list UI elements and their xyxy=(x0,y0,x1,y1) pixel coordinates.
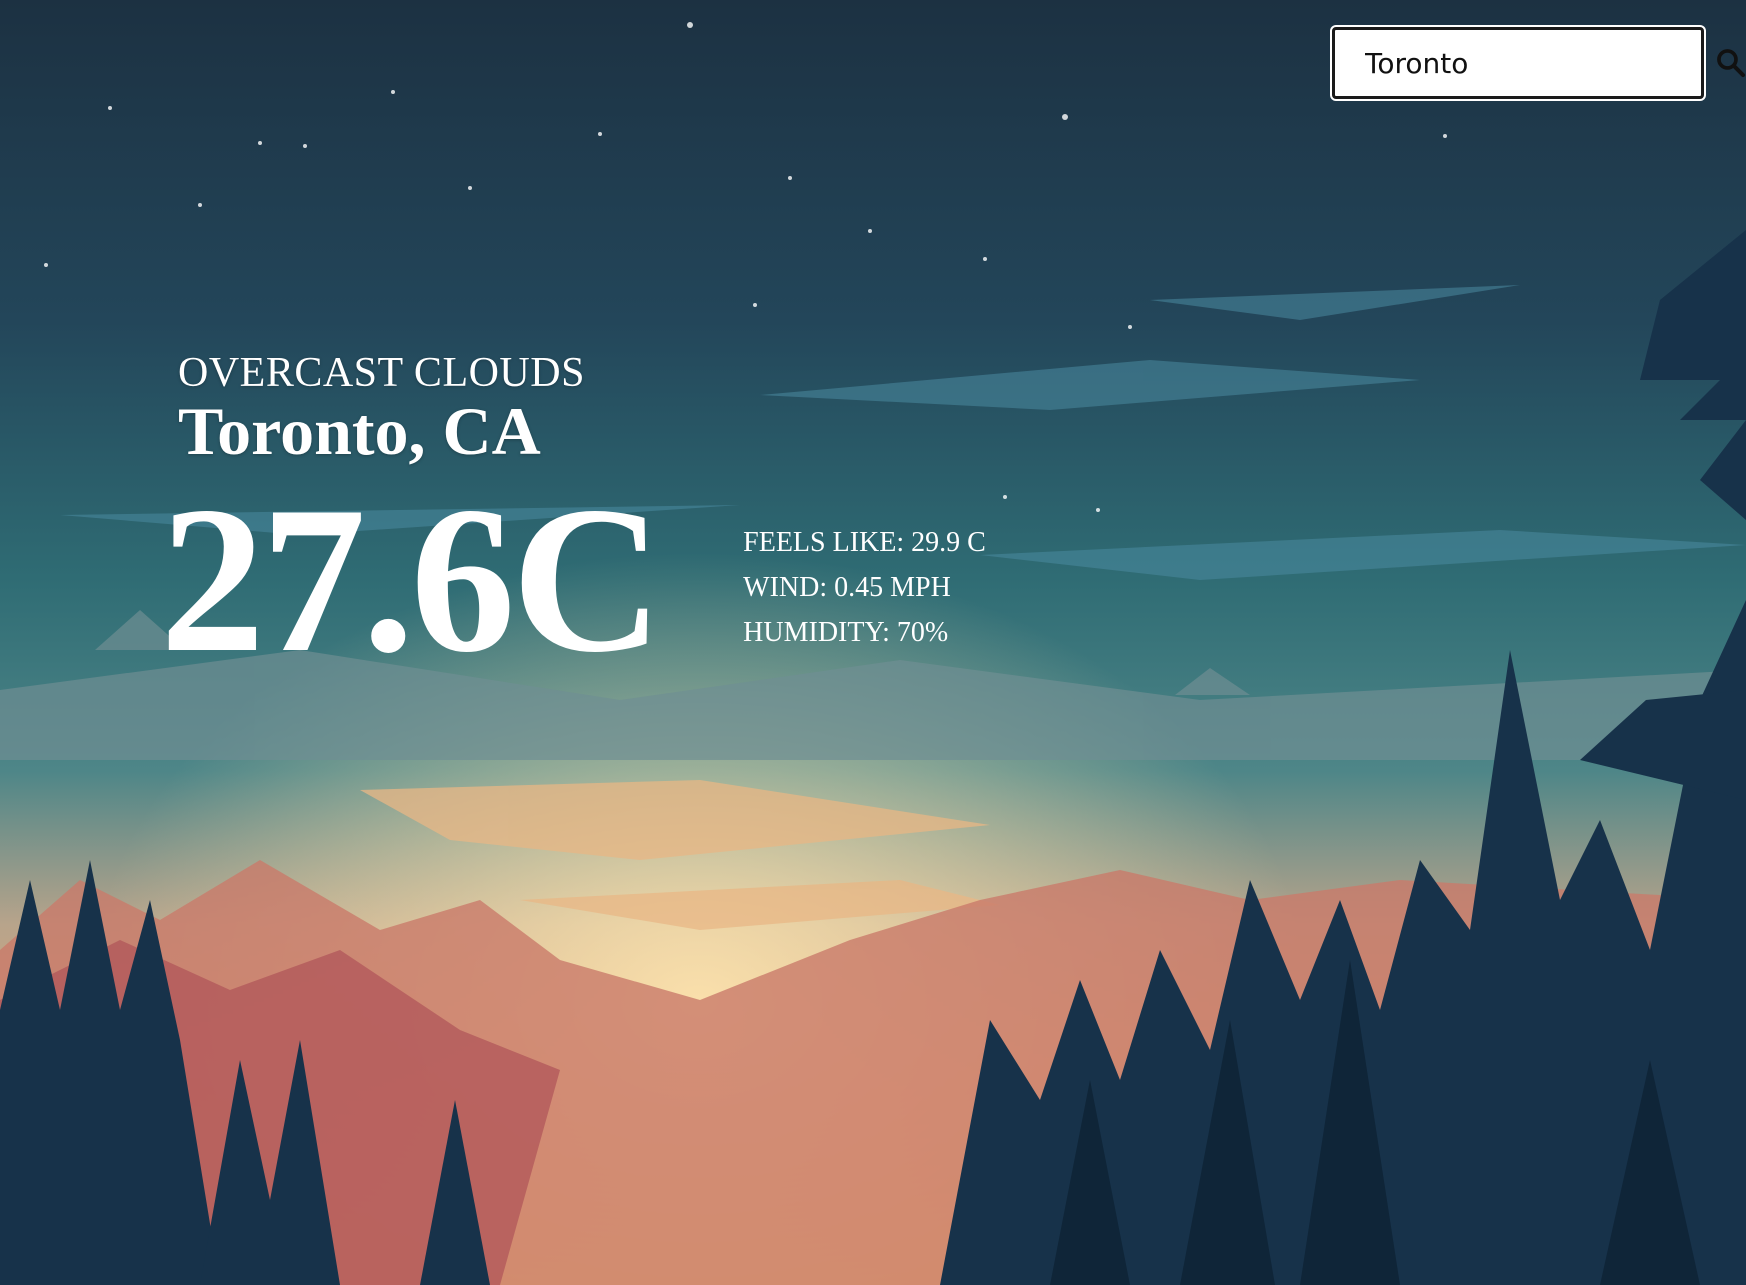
feels-like-value: FEELS LIKE: 29.9 C xyxy=(743,527,986,558)
weather-condition: OVERCAST CLOUDS xyxy=(178,350,585,396)
wind-value: WIND: 0.45 MPH xyxy=(743,572,951,603)
location-title: Toronto, CA xyxy=(178,393,541,469)
weather-header: OVERCAST CLOUDS Toronto, CA xyxy=(178,350,585,466)
search-button[interactable] xyxy=(1714,30,1746,96)
search-icon xyxy=(1717,49,1746,78)
city-search-input[interactable] xyxy=(1335,30,1714,96)
humidity-value: HUMIDITY: 70% xyxy=(743,617,949,648)
current-temperature: 27.6C xyxy=(160,464,663,696)
temperature-row: 27.6C FEELS LIKE: 29.9 C WIND: 0.45 MPH … xyxy=(160,464,986,696)
weather-details: FEELS LIKE: 29.9 C WIND: 0.45 MPH HUMIDI… xyxy=(743,520,986,655)
search-bar xyxy=(1332,27,1746,99)
